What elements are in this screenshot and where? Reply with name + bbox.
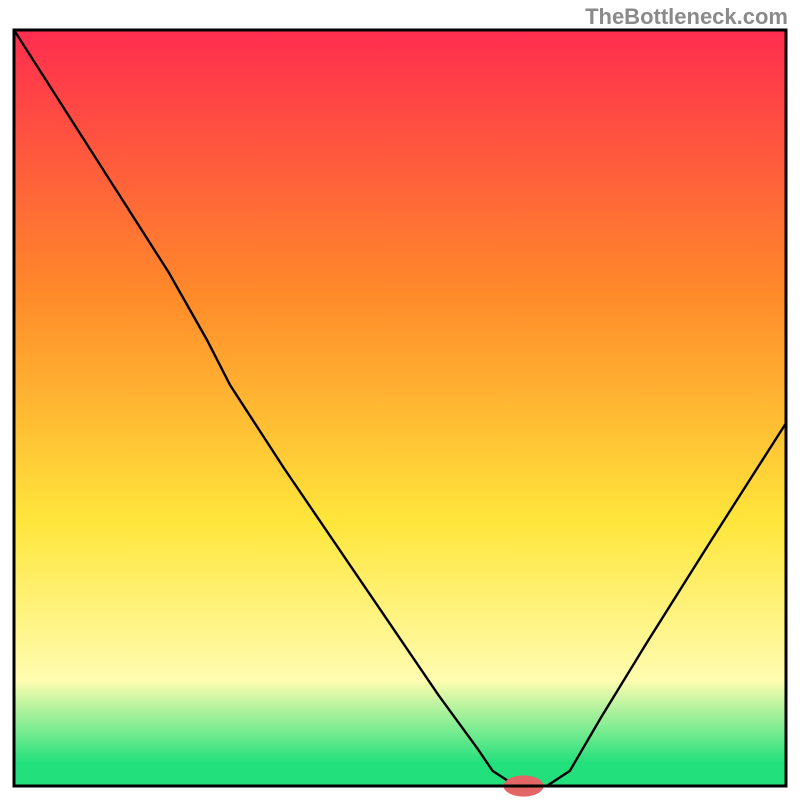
chart-stage: TheBottleneck.com <box>0 0 800 800</box>
bottleneck-chart <box>0 0 800 800</box>
gradient-background <box>14 30 786 786</box>
